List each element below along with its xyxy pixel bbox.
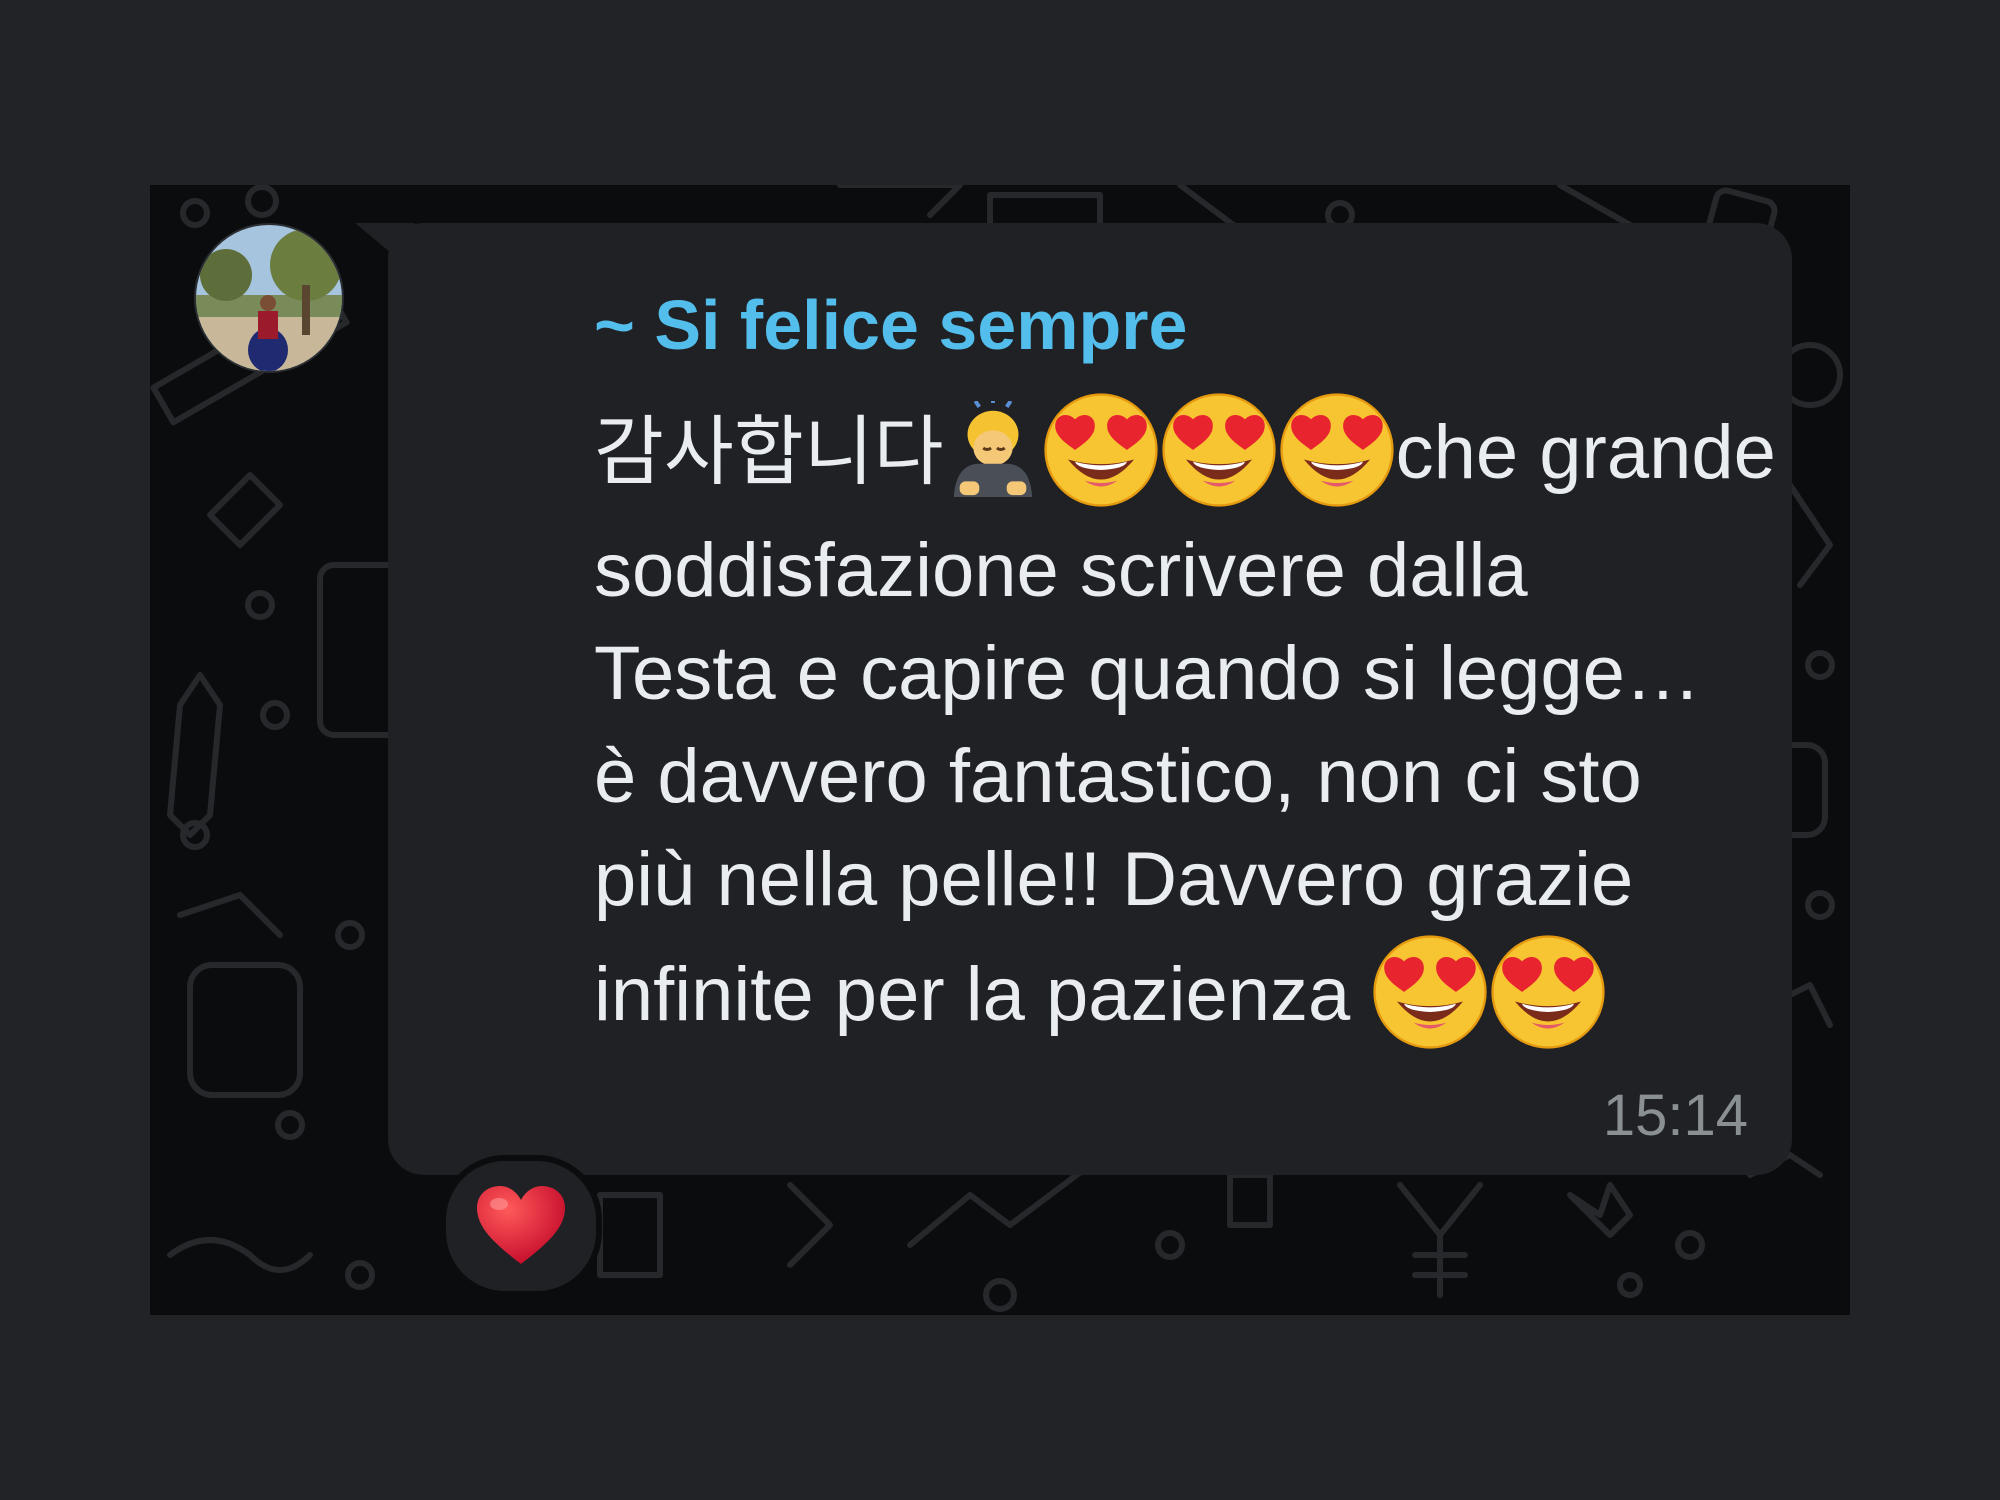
message-line: è davvero fantastico, non ci sto <box>594 725 1784 828</box>
message-text: 감사합니다 che grande soddisfazione scrivere … <box>594 389 1784 1061</box>
message-text-run: soddisfazione scrivere dalla <box>594 528 1528 613</box>
message-text-run: più nella pelle!! Davvero grazie <box>594 837 1634 922</box>
avatar[interactable] <box>194 223 344 373</box>
sender-name[interactable]: ~ Si felice sempre <box>594 285 1187 365</box>
message-line: infinite per la pazienza <box>594 931 1784 1061</box>
message-timestamp: 15:14 <box>1602 1083 1748 1148</box>
chat-area: ~ Si felice sempre 감사합니다 che grande sodd… <box>150 185 1850 1315</box>
heart-eyes-emoji-icon <box>1278 391 1396 509</box>
profile-photo-image <box>196 225 342 371</box>
message-text-run: Testa e capire quando si legge… <box>594 631 1701 716</box>
person-bowing-emoji-icon <box>944 401 1042 499</box>
message-line: Testa e capire quando si legge… <box>594 622 1784 725</box>
message-text-run: 감사합니다 <box>594 410 944 496</box>
heart-eyes-emoji-icon <box>1042 391 1160 509</box>
heart-eyes-emoji-icon <box>1160 391 1278 509</box>
reaction-badge[interactable] <box>440 1155 602 1297</box>
message-text-run: è davvero fantastico, non ci sto <box>594 734 1642 819</box>
message-text-run: che grande <box>1395 410 1776 496</box>
message-line: 감사합니다 che grande <box>594 389 1784 519</box>
message-bubble[interactable]: ~ Si felice sempre 감사합니다 che grande sodd… <box>388 223 1792 1175</box>
message-text-run: infinite per la pazienza <box>594 952 1372 1038</box>
red-heart-icon <box>477 1186 565 1264</box>
message-line: più nella pelle!! Davvero grazie <box>594 828 1784 931</box>
heart-eyes-emoji-icon <box>1489 933 1607 1051</box>
heart-eyes-emoji-icon <box>1371 933 1489 1051</box>
message-line: soddisfazione scrivere dalla <box>594 519 1784 622</box>
